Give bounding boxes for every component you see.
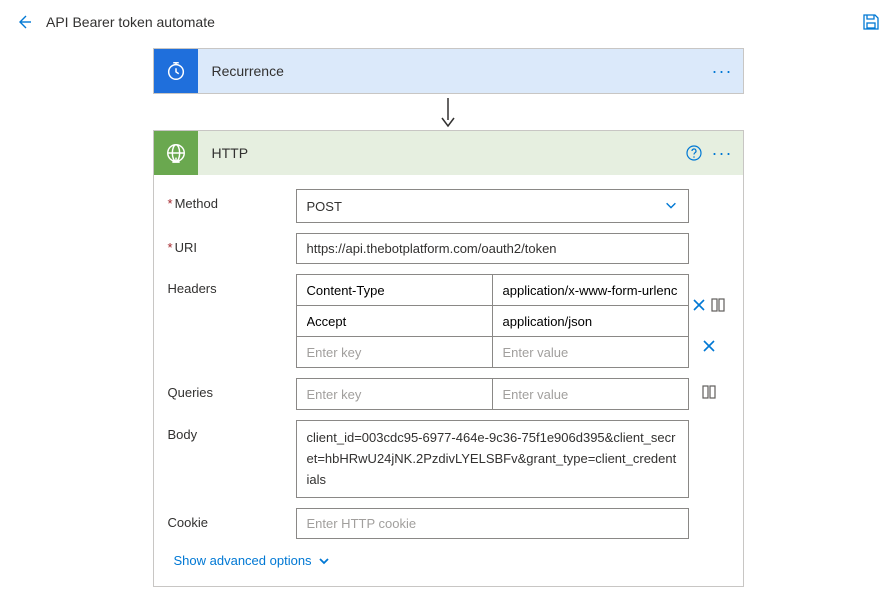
recurrence-clock-icon — [154, 49, 198, 93]
header-value-input[interactable] — [503, 314, 678, 329]
query-row-new — [297, 379, 688, 410]
remove-header-icon[interactable] — [692, 298, 706, 312]
header-key-input[interactable] — [307, 314, 482, 329]
recurrence-card[interactable]: Recurrence ··· — [153, 48, 744, 94]
header-key-input[interactable] — [307, 283, 482, 298]
flow-connector-arrow — [438, 94, 458, 130]
topbar: API Bearer token automate — [0, 0, 896, 44]
chevron-down-icon — [664, 198, 678, 215]
headers-table — [296, 274, 689, 368]
http-menu-icon[interactable]: ··· — [712, 144, 733, 162]
http-header[interactable]: HTTP ··· — [154, 131, 743, 175]
header-key-input[interactable] — [307, 345, 482, 360]
header-value-input[interactable] — [503, 283, 678, 298]
queries-label: Queries — [168, 385, 214, 400]
http-globe-icon — [154, 131, 198, 175]
header-row — [297, 306, 688, 337]
method-value: POST — [307, 199, 342, 214]
switch-mode-icon[interactable] — [710, 297, 726, 313]
recurrence-title: Recurrence — [198, 63, 712, 79]
switch-mode-icon[interactable] — [701, 384, 717, 400]
http-title: HTTP — [198, 145, 686, 161]
show-advanced-label: Show advanced options — [174, 553, 312, 568]
cookie-label: Cookie — [168, 515, 208, 530]
method-select[interactable]: POST — [296, 189, 689, 223]
uri-label: URI — [175, 240, 197, 255]
help-icon[interactable] — [686, 145, 702, 161]
page-title: API Bearer token automate — [46, 14, 215, 30]
http-card: HTTP ··· *Method POST — [153, 130, 744, 587]
cookie-input[interactable] — [296, 508, 689, 539]
header-row — [297, 275, 688, 306]
method-label: Method — [175, 196, 218, 211]
header-row-new — [297, 337, 688, 368]
query-value-input[interactable] — [503, 387, 678, 402]
body-label: Body — [168, 427, 198, 442]
back-arrow-icon[interactable] — [16, 14, 32, 30]
headers-label: Headers — [168, 281, 217, 296]
queries-table — [296, 378, 689, 410]
recurrence-menu-icon[interactable]: ··· — [712, 62, 743, 80]
body-textarea[interactable]: client_id=003cdc95-6977-464e-9c36-75f1e9… — [296, 420, 689, 498]
uri-input[interactable] — [296, 233, 689, 264]
flow-canvas: Recurrence ··· HTTP ··· *Method — [0, 44, 896, 587]
show-advanced-link[interactable]: Show advanced options — [168, 553, 330, 568]
query-key-input[interactable] — [307, 387, 482, 402]
header-value-input[interactable] — [503, 345, 678, 360]
save-icon[interactable] — [862, 13, 880, 31]
remove-header-icon[interactable] — [702, 339, 716, 353]
